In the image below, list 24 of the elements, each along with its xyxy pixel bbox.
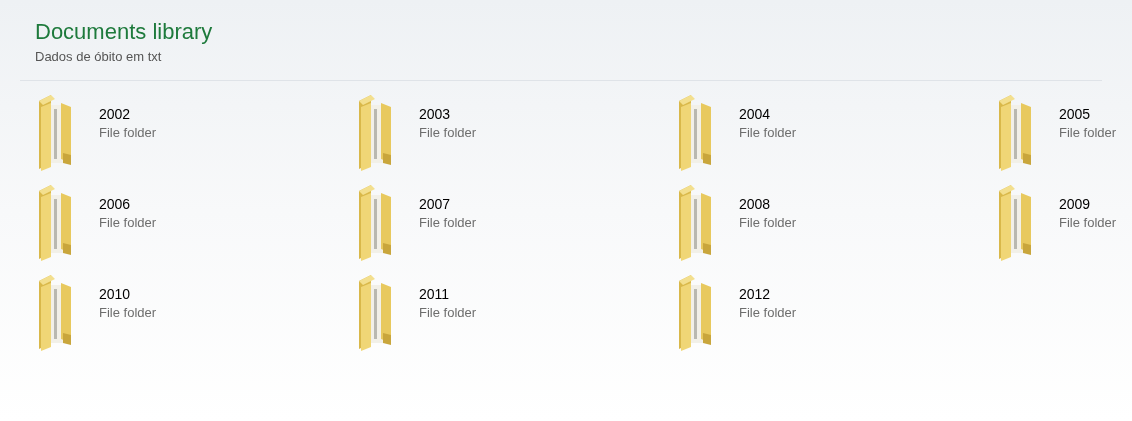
folder-type: File folder: [419, 214, 477, 232]
folder-name[interactable]: 2010: [99, 285, 157, 303]
folder-type: File folder: [739, 214, 797, 232]
folder-type: File folder: [99, 304, 157, 322]
library-subtitle: Dados de óbito em txt: [35, 48, 163, 66]
folder-name[interactable]: 2012: [739, 285, 797, 303]
folder-type: File folder: [419, 304, 477, 322]
folder-name[interactable]: 2009: [1059, 195, 1117, 213]
folder-name[interactable]: 2004: [739, 105, 797, 123]
folder-name[interactable]: 2005: [1059, 105, 1117, 123]
folder-type: File folder: [739, 304, 797, 322]
folder-name[interactable]: 2006: [99, 195, 157, 213]
folder-type: File folder: [1059, 214, 1117, 232]
folder-name[interactable]: 2011: [419, 285, 477, 303]
folder-type: File folder: [419, 124, 477, 142]
folder-type: File folder: [99, 124, 157, 142]
folder-name[interactable]: 2002: [99, 105, 157, 123]
folder-type: File folder: [739, 124, 797, 142]
folder-type: File folder: [99, 214, 157, 232]
folder-name[interactable]: 2008: [739, 195, 797, 213]
library-title: Documents library: [35, 18, 214, 46]
folder-type: File folder: [1059, 124, 1117, 142]
folder-name[interactable]: 2003: [419, 105, 477, 123]
folder-name[interactable]: 2007: [419, 195, 477, 213]
